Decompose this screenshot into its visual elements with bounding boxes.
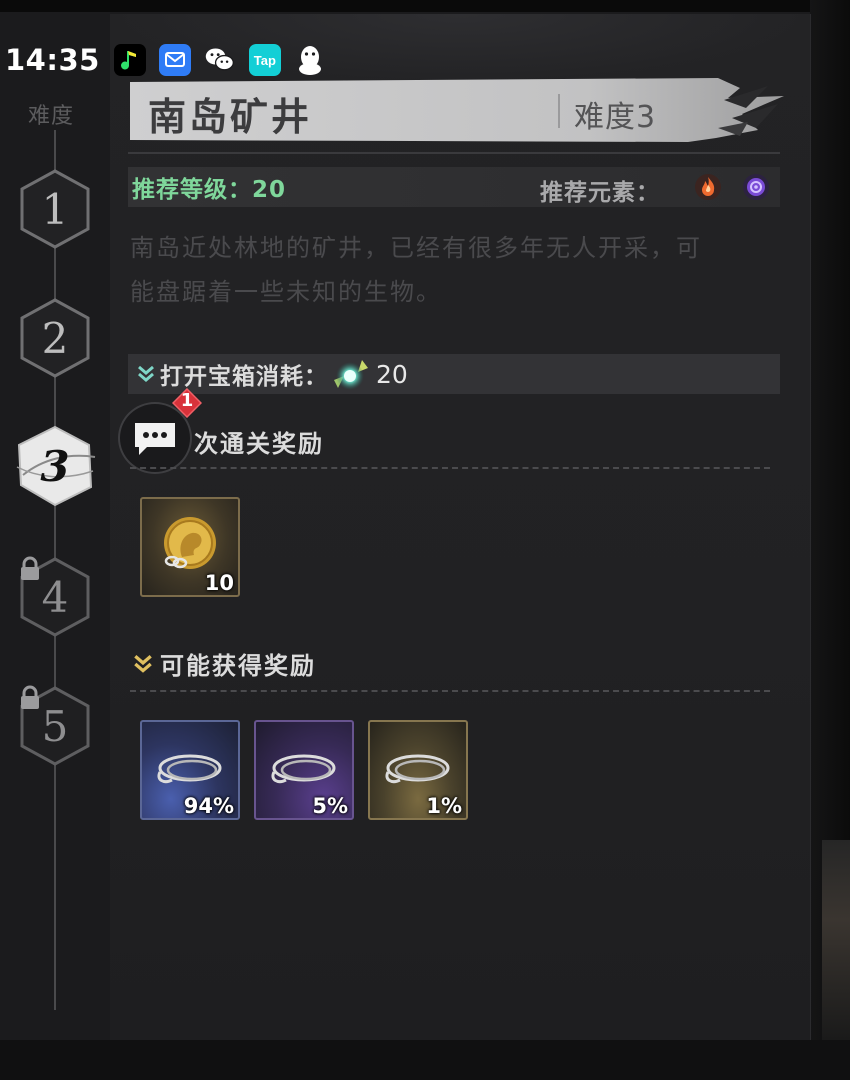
difficulty-level-1-button[interactable]: 1 [18,168,92,250]
bottom-edge [0,1040,850,1080]
chest-cost-label: 打开宝箱消耗： [160,364,328,390]
difficulty-level-5-button[interactable]: 5 [18,685,92,767]
music-app-icon [113,44,146,76]
double-chevron-icon [138,365,154,382]
section-divider [130,690,770,692]
reward-item-rope-purple[interactable]: 5% [254,720,354,820]
first-clear-title: 次通关奖励 [194,424,324,459]
title-separator [558,94,560,128]
difficulty-level-label: 5 [41,701,69,751]
arcane-element-icon[interactable] [740,171,772,203]
difficulty-level-3-button[interactable]: 3 [16,425,96,507]
qq-icon [294,44,326,76]
stage-difficulty: 难度3 [574,100,657,135]
reward-item-rope-gold[interactable]: 1% [368,720,468,820]
chest-cost-value: 20 [376,359,408,389]
reward-item-rope-blue[interactable]: 94% [140,720,240,820]
reward-drop-chance: 94% [183,794,234,818]
mail-app-icon [158,44,191,76]
reward-drop-chance: 1% [426,794,462,818]
difficulty-rail-title: 难度 [28,104,75,129]
possible-rewards-title-text: 可能获得奖励 [160,652,316,680]
lock-icon [21,685,39,709]
stage-description: 南岛近处林地的矿井，已经有很多年无人开采，可 能盘踞着一些未知的生物。 [130,226,780,314]
taptap-label: Tap [253,52,276,68]
possible-rewards-title: 可能获得奖励 [132,646,316,681]
title-underline [128,152,780,154]
chest-cost-row: 打开宝箱消耗： 20 [128,354,780,394]
stamina-crystal-icon [334,360,368,390]
double-chevron-icon [134,654,152,673]
difficulty-level-4-button[interactable]: 4 [18,556,92,638]
recommended-elements-label: 推荐元素： [540,180,660,206]
recommendation-row: 推荐等级：20 推荐元素： [128,167,780,207]
top-edge [0,0,850,12]
status-bar: 14:35 Tap [0,40,326,80]
section-divider [130,467,770,469]
recommended-level: 推荐等级：20 [132,177,287,203]
stage-title: 南岛矿井 [148,95,313,139]
difficulty-level-label: 4 [41,572,69,622]
description-line: 能盘踞着一些未知的生物。 [130,278,442,306]
first-clear-title-text: 次通关奖励 [194,430,324,458]
wechat-icon [204,44,236,76]
notification-badge: 1 [171,387,203,419]
notification-count: 1 [180,390,194,411]
difficulty-level-label: 2 [41,313,69,363]
clock: 14:35 [5,43,100,77]
difficulty-level-label: 3 [40,441,70,491]
difficulty-level-label: 1 [41,184,69,234]
reward-drop-chance: 5% [312,794,348,818]
chat-bubble-icon [135,423,175,455]
taptap-icon: Tap [248,44,281,76]
difficulty-level-2-button[interactable]: 2 [18,297,92,379]
right-background-scenery [822,840,850,1040]
lock-icon [21,556,39,580]
fire-element-icon[interactable] [692,171,724,203]
stage-title-banner: 南岛矿井 难度3 [128,78,784,144]
description-line: 南岛近处林地的矿井，已经有很多年无人开采，可 [130,234,702,262]
reward-item-gold-coin[interactable]: 10 [140,497,240,597]
reward-quantity: 10 [204,571,234,595]
